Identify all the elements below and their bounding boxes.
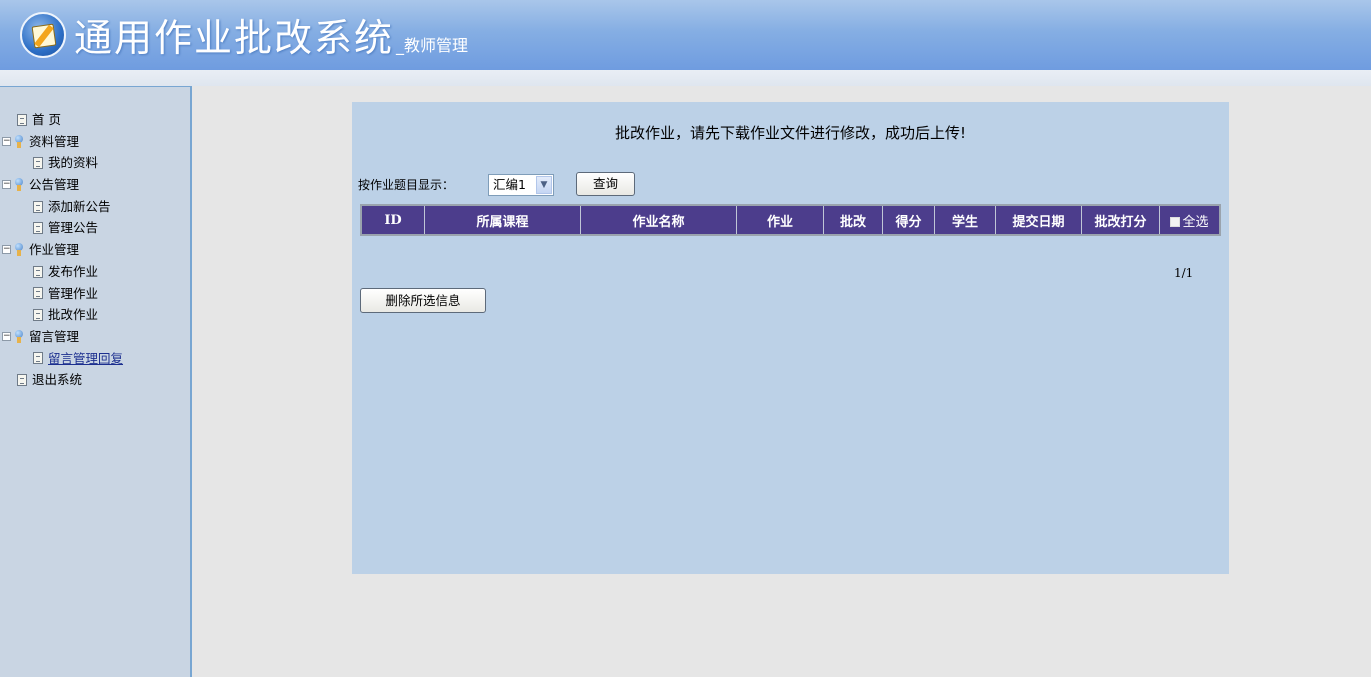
- pagination-indicator: 1/1: [1174, 266, 1194, 280]
- page-icon: [17, 113, 27, 126]
- sidebar-item-publish-homework[interactable]: 发布作业: [2, 261, 123, 283]
- sidebar-item-logout[interactable]: 退出系统: [2, 369, 123, 391]
- app-subtitle: _教师管理: [396, 36, 469, 55]
- user-group-icon: [14, 330, 25, 344]
- page-icon: [33, 287, 43, 300]
- page-icon: [33, 200, 43, 213]
- sidebar-item-label: 留言管理: [29, 328, 80, 344]
- collapse-toggle-icon[interactable]: −: [2, 180, 11, 190]
- sidebar-item-grade-homework[interactable]: 批改作业: [2, 304, 123, 326]
- sidebar-item-manage-announcements[interactable]: 管理公告: [2, 217, 123, 239]
- column-header-submit-date: 提交日期: [996, 206, 1082, 234]
- column-header-select-all[interactable]: 全选: [1160, 206, 1219, 234]
- nav-tree: 首 页 − 资料管理 我的资料 − 公告管理 添加新公告 管理公告 − 作业管理: [2, 109, 123, 391]
- user-group-icon: [14, 135, 25, 149]
- select-value: 汇编1: [493, 177, 526, 192]
- sidebar-item-label: 批改作业: [48, 307, 99, 323]
- content-panel: 批改作业，请先下载作业文件进行修改，成功后上传! 按作业题目显示： 汇编1 ▼ …: [352, 102, 1229, 574]
- sidebar-item-label: 资料管理: [29, 133, 80, 149]
- page-icon: [33, 265, 43, 278]
- column-header-student: 学生: [935, 206, 996, 234]
- page-notice: 批改作业，请先下载作业文件进行修改，成功后上传!: [614, 124, 966, 142]
- sidebar-folder-announcements[interactable]: − 公告管理: [2, 174, 123, 196]
- sidebar-item-manage-homework[interactable]: 管理作业: [2, 283, 123, 305]
- sidebar-item-label: 作业管理: [29, 242, 80, 258]
- homework-table: ID 所属课程 作业名称 作业 批改 得分 学生 提交日期 批改打分 全选: [360, 204, 1221, 236]
- sidebar-item-label: 我的资料: [48, 155, 99, 171]
- column-header-grade-score: 批改打分: [1082, 206, 1160, 234]
- filter-label: 按作业题目显示：: [358, 178, 455, 192]
- sidebar-item-label[interactable]: 留言管理回复: [48, 348, 123, 370]
- delete-selected-button[interactable]: 删除所选信息: [360, 288, 486, 313]
- table-header-row: ID 所属课程 作业名称 作业 批改 得分 学生 提交日期 批改打分 全选: [362, 206, 1219, 234]
- column-header-id: ID: [362, 206, 425, 234]
- sidebar-folder-profile[interactable]: − 资料管理: [2, 131, 123, 153]
- app-header: 通用作业批改系统 _教师管理: [0, 0, 1371, 70]
- app-title: 通用作业批改系统: [74, 16, 395, 60]
- sidebar-item-label: 添加新公告: [48, 198, 111, 214]
- homework-title-select[interactable]: 汇编1 ▼: [488, 174, 554, 196]
- collapse-toggle-icon[interactable]: −: [2, 332, 11, 342]
- column-header-grading: 批改: [824, 206, 883, 234]
- page-icon: [33, 222, 43, 235]
- column-header-homework-name: 作业名称: [581, 206, 737, 234]
- sidebar-item-label: 退出系统: [32, 372, 83, 388]
- sidebar-item-label: 公告管理: [29, 177, 80, 193]
- sidebar-folder-homework[interactable]: − 作业管理: [2, 239, 123, 261]
- sidebar-item-label: 管理公告: [48, 220, 99, 236]
- page-icon: [33, 309, 43, 322]
- sidebar-item-label: 管理作业: [48, 285, 99, 301]
- page-icon: [33, 352, 43, 365]
- page-icon: [33, 157, 43, 170]
- sidebar-item-label: 发布作业: [48, 263, 99, 279]
- app-logo-icon: [20, 12, 66, 58]
- sidebar-item-add-announcement[interactable]: 添加新公告: [2, 196, 123, 218]
- collapse-toggle-icon[interactable]: −: [2, 245, 11, 255]
- select-all-label: 全选: [1182, 214, 1209, 230]
- user-group-icon: [14, 178, 25, 192]
- column-header-score: 得分: [883, 206, 935, 234]
- sidebar: 首 页 − 资料管理 我的资料 − 公告管理 添加新公告 管理公告 − 作业管理: [0, 86, 192, 677]
- sidebar-item-my-profile[interactable]: 我的资料: [2, 152, 123, 174]
- sidebar-item-label: 首 页: [32, 112, 61, 127]
- page-icon: [17, 374, 27, 387]
- column-header-homework: 作业: [737, 206, 824, 234]
- query-button[interactable]: 查询: [576, 172, 635, 196]
- sidebar-item-message-replies[interactable]: 留言管理回复: [2, 348, 123, 370]
- column-header-course: 所属课程: [425, 206, 581, 234]
- select-all-checkbox[interactable]: [1170, 217, 1181, 227]
- user-group-icon: [14, 243, 25, 257]
- header-divider: [0, 70, 1371, 86]
- sidebar-folder-messages[interactable]: − 留言管理: [2, 326, 123, 348]
- sidebar-item-home[interactable]: 首 页: [2, 109, 123, 131]
- chevron-down-icon[interactable]: ▼: [536, 176, 552, 194]
- collapse-toggle-icon[interactable]: −: [2, 137, 11, 147]
